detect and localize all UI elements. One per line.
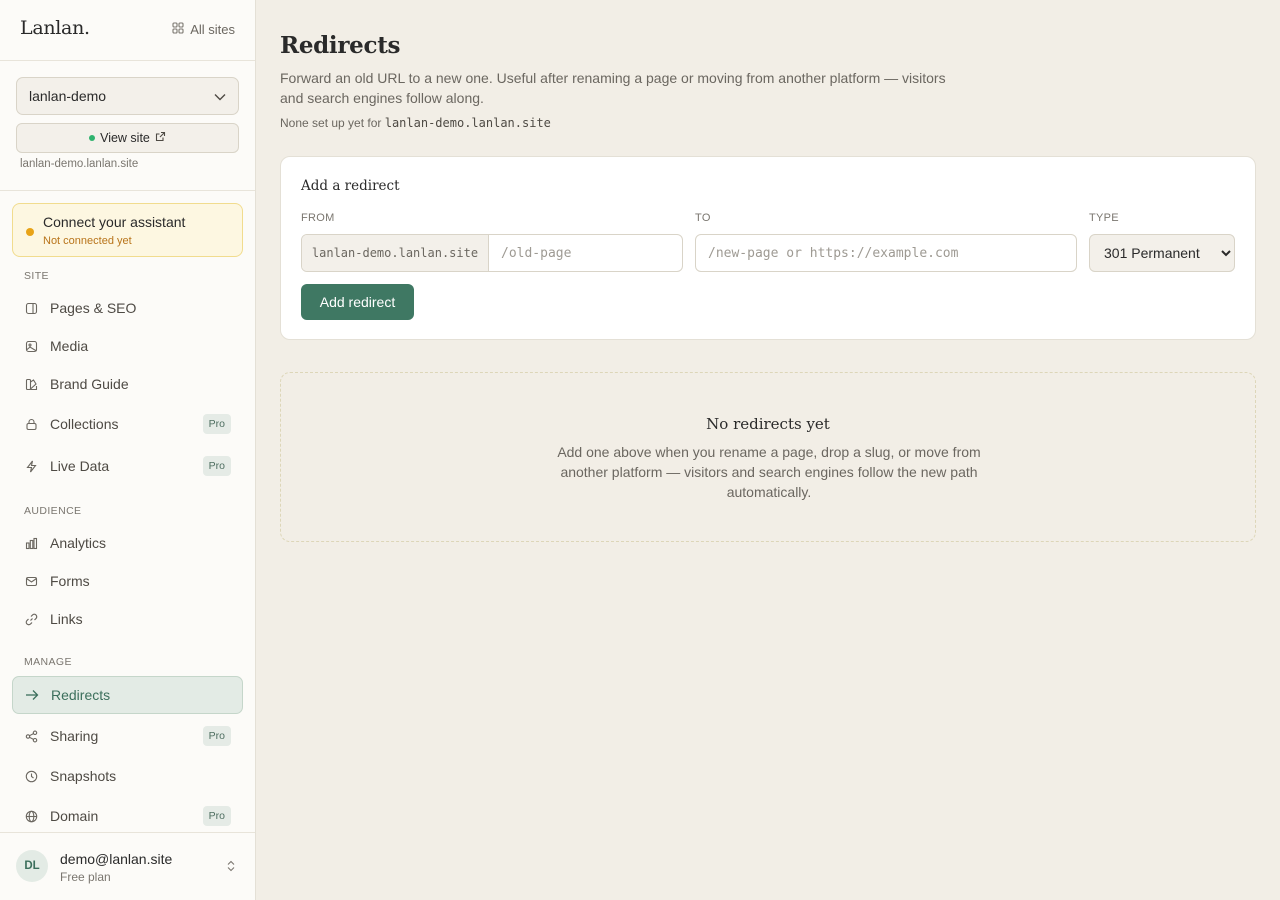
page-title: Redirects (280, 32, 401, 59)
sidebar-item-redirects[interactable]: Redirects (12, 676, 243, 714)
lock-icon (24, 417, 38, 431)
link-icon (24, 612, 38, 626)
type-label: TYPE (1089, 212, 1119, 224)
sidebar-item-pages-seo[interactable]: Pages & SEO (12, 289, 243, 327)
card-title: Add a redirect (301, 178, 400, 194)
empty-state: No redirects yet Add one above when you … (280, 372, 1256, 542)
sidebar-item-snapshots[interactable]: Snapshots (12, 757, 243, 795)
note-domain: lanlan-demo.lanlan.site (384, 116, 551, 130)
sidebar-item-sharing[interactable]: Sharing Pro (12, 717, 243, 755)
empty-state-text: Add one above when you rename a page, dr… (557, 444, 981, 500)
sidebar-item-label: Media (50, 338, 89, 354)
sidebar-item-label: Sharing (50, 728, 99, 744)
to-label: TO (695, 212, 711, 224)
page-description: Forward an old URL to a new one. Useful … (280, 70, 946, 106)
user-menu[interactable]: DL demo@lanlan.site Free plan (0, 832, 255, 900)
sidebar: Lanlan. All sites lanlan-demo View site … (0, 0, 256, 900)
chevron-down-icon (214, 88, 226, 104)
sidebar-item-label: Collections (50, 416, 119, 432)
chevron-up-down-icon (227, 859, 235, 877)
palette-icon (24, 377, 38, 391)
pro-badge: Pro (202, 456, 231, 476)
sidebar-item-label: Forms (50, 573, 90, 589)
site-picker: lanlan-demo View site lanlan-demo.lanlan… (0, 61, 255, 191)
share-icon (24, 729, 38, 743)
sidebar-item-label: Redirects (51, 687, 111, 703)
sidebar-item-analytics[interactable]: Analytics (12, 524, 243, 562)
sidebar-header: Lanlan. All sites (0, 0, 255, 61)
site-select[interactable]: lanlan-demo (16, 77, 239, 115)
page-note: None set up yet for lanlan-demo.lanlan.s… (280, 116, 551, 130)
external-link-icon (155, 131, 166, 145)
add-redirect-button[interactable]: Add redirect (301, 284, 414, 320)
brand-logo[interactable]: Lanlan. (20, 17, 90, 39)
warning-dot-icon (26, 228, 34, 236)
redirect-type-select[interactable]: 301 Permanent (1089, 234, 1235, 272)
sidebar-item-label: Pages & SEO (50, 300, 137, 316)
assistant-title: Connect your assistant (43, 214, 186, 230)
sidebar-item-forms[interactable]: Forms (12, 562, 243, 600)
from-label: FROM (301, 212, 335, 224)
from-domain-prefix: lanlan-demo.lanlan.site (302, 235, 489, 271)
sidebar-item-collections[interactable]: Collections Pro (12, 405, 243, 443)
pro-badge: Pro (202, 726, 231, 746)
sidebar-item-label: Analytics (50, 535, 107, 551)
all-sites-label: All sites (190, 22, 235, 37)
sidebar-item-label: Links (50, 611, 83, 627)
empty-state-title: No redirects yet (706, 415, 830, 433)
section-label-audience: AUDIENCE (24, 505, 82, 517)
all-sites-link[interactable]: All sites (172, 22, 235, 37)
sidebar-item-media[interactable]: Media (12, 327, 243, 365)
from-path-input[interactable] (489, 235, 682, 271)
sidebar-item-label: Brand Guide (50, 376, 129, 392)
status-dot-icon (89, 135, 96, 141)
section-label-site: SITE (24, 270, 49, 282)
site-select-value: lanlan-demo (29, 88, 107, 104)
sidebar-item-label: Snapshots (50, 768, 117, 784)
globe-icon (24, 809, 38, 823)
connect-assistant-card[interactable]: Connect your assistant Not connected yet (12, 203, 243, 257)
bolt-icon (24, 459, 38, 473)
sidebar-item-label: Live Data (50, 458, 110, 474)
sidebar-item-live-data[interactable]: Live Data Pro (12, 447, 243, 485)
pro-badge: Pro (202, 806, 231, 826)
image-icon (24, 339, 38, 353)
page-icon (24, 301, 38, 315)
user-plan: Free plan (60, 870, 111, 884)
arrow-right-icon (25, 688, 39, 702)
sidebar-item-brand-guide[interactable]: Brand Guide (12, 365, 243, 403)
clock-icon (24, 769, 38, 783)
bar-chart-icon (24, 536, 38, 550)
view-site-label: View site (100, 131, 150, 145)
sidebar-item-links[interactable]: Links (12, 600, 243, 638)
sidebar-item-label: Domain (50, 808, 99, 824)
note-prefix: None set up yet for (280, 116, 385, 130)
grid-icon (172, 22, 184, 37)
user-email: demo@lanlan.site (60, 851, 173, 867)
section-label-manage: MANAGE (24, 656, 72, 668)
add-redirect-card: Add a redirect FROM TO TYPE lanlan-demo.… (280, 156, 1256, 340)
site-domain: lanlan-demo.lanlan.site (20, 158, 139, 170)
pro-badge: Pro (202, 414, 231, 434)
view-site-button[interactable]: View site (16, 123, 239, 153)
assistant-status: Not connected yet (43, 235, 132, 247)
from-field-group: lanlan-demo.lanlan.site (301, 234, 683, 272)
to-url-input[interactable] (695, 234, 1077, 272)
avatar: DL (16, 850, 48, 882)
sidebar-item-domain[interactable]: Domain Pro (12, 797, 243, 835)
mail-icon (24, 574, 38, 588)
